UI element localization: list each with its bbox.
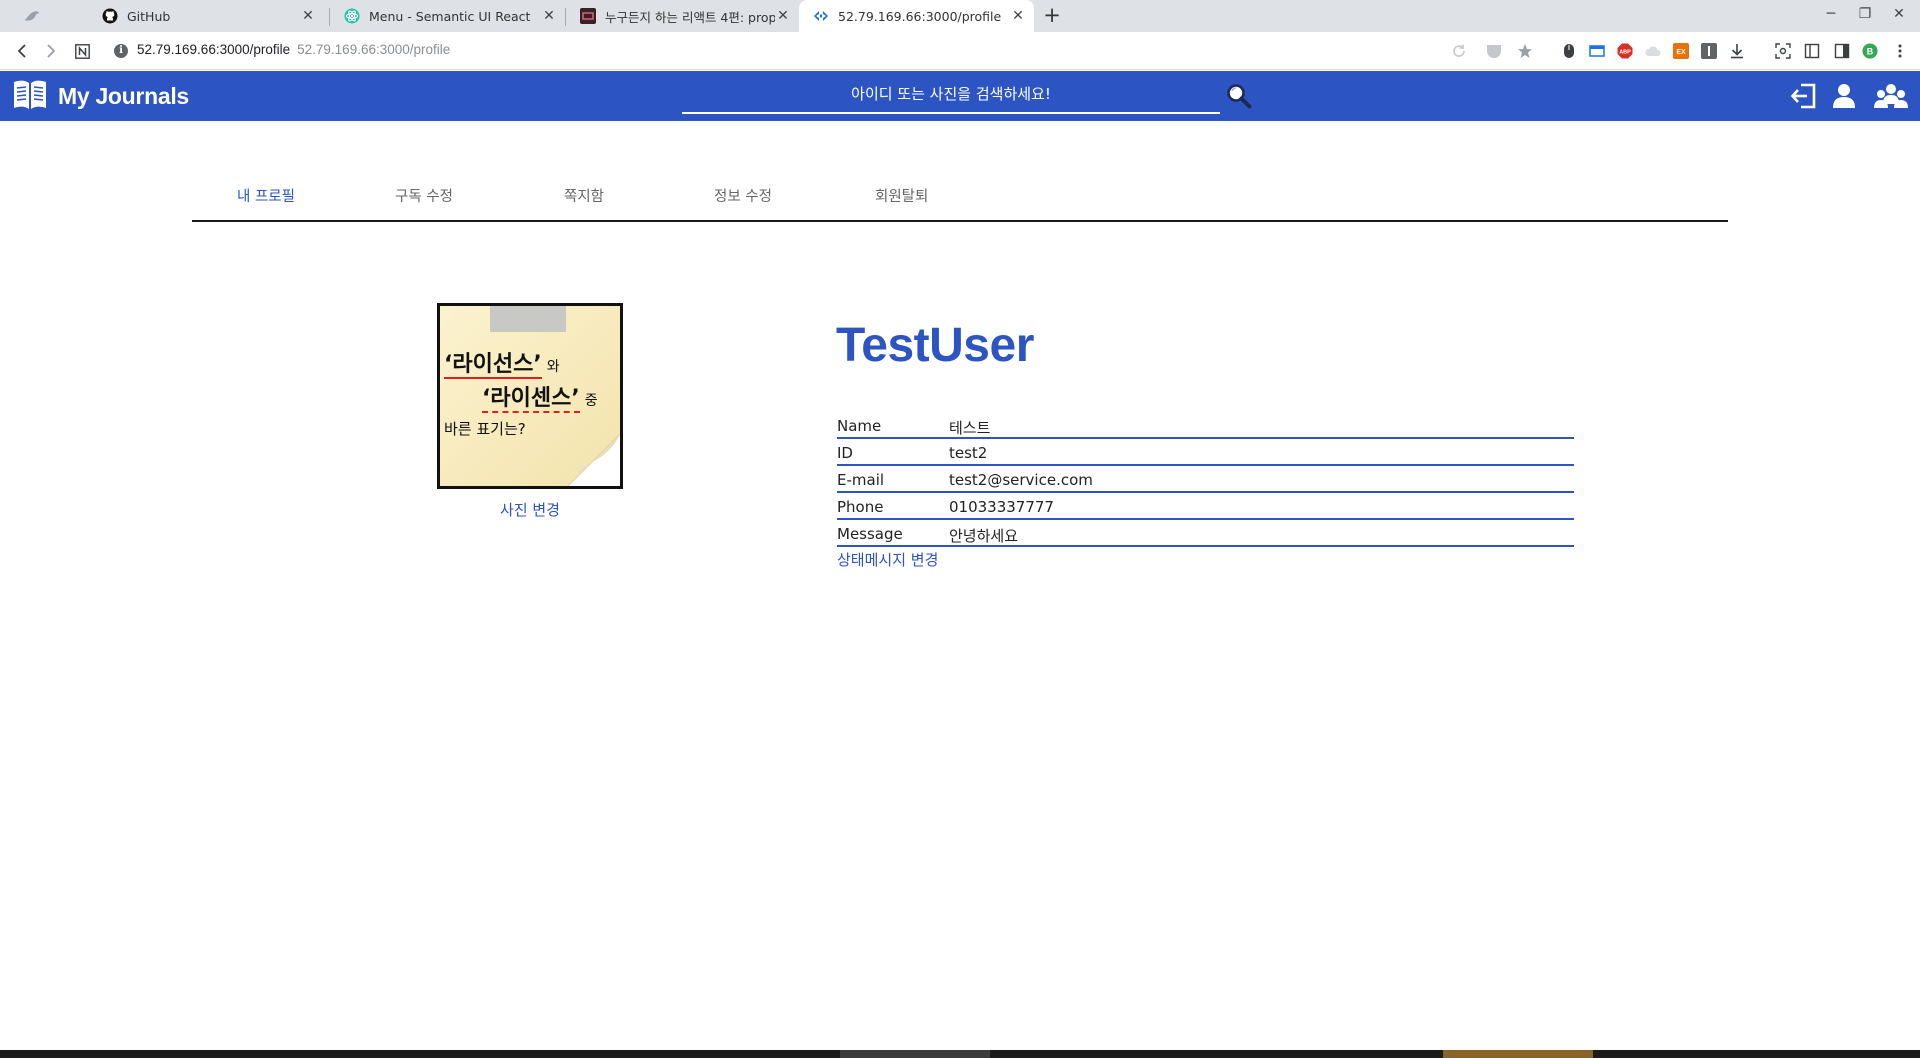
photo-line1-suffix: 와 — [546, 359, 560, 375]
info-row-message: Message 안녕하세요 — [837, 520, 1574, 547]
github-icon — [102, 8, 118, 24]
search-input[interactable] — [682, 77, 1220, 111]
window-close-button[interactable]: ✕ — [1876, 0, 1920, 32]
url-suggestion: 52.79.169.66:3000/profile — [297, 42, 451, 57]
ex-label: EX — [1676, 49, 1686, 56]
profile-b-icon[interactable]: B — [1862, 43, 1878, 59]
profile-tab-menu: 내 프로필 구독 수정 쪽지함 정보 수정 회원탈퇴 — [192, 177, 1728, 222]
profile-info-table: Name 테스트 ID test2 E-mail test2@service.c… — [837, 412, 1574, 547]
info-key: E-mail — [837, 471, 885, 489]
close-icon[interactable]: ✕ — [775, 8, 791, 24]
browser-tabstrip: GitHub ✕ Menu - Semantic UI React ✕ 누구든지… — [0, 0, 1920, 32]
new-tab-button[interactable]: + — [1041, 4, 1063, 28]
tab-messages[interactable]: 쪽지함 — [564, 185, 604, 206]
close-icon[interactable]: ✕ — [300, 8, 316, 24]
notion-icon — [74, 43, 90, 59]
photo-line2-main: ‘라이센스’ — [482, 386, 580, 413]
taskbar-item[interactable] — [1443, 1050, 1593, 1058]
search-bar — [682, 77, 1220, 114]
tab-profile-active[interactable]: 52.79.169.66:3000/profile ✕ — [799, 0, 1034, 32]
app-navbar: My Journals — [0, 71, 1920, 121]
logout-button[interactable] — [1791, 81, 1817, 111]
bookmark-star-icon[interactable] — [1517, 43, 1533, 59]
user-icon — [1833, 84, 1855, 108]
profile-username: TestUser — [836, 319, 1034, 372]
bird-icon — [24, 8, 40, 24]
brand-title: My Journals — [58, 82, 189, 109]
info-key: Name — [837, 417, 882, 435]
brand-home-link[interactable]: My Journals — [12, 77, 189, 115]
react-icon — [344, 8, 360, 24]
url-host: 52.79.169.66:3000/profile — [137, 42, 291, 57]
close-icon[interactable]: ✕ — [541, 8, 557, 24]
tab-velopert[interactable]: 누구든지 하는 리액트 4편: prop ✕ — [566, 0, 799, 32]
tab-edit-info[interactable]: 정보 수정 — [714, 185, 772, 206]
info-value: 테스트 — [949, 419, 991, 437]
velopert-icon — [580, 8, 596, 24]
tab-semantic-ui[interactable]: Menu - Semantic UI React ✕ — [330, 0, 565, 32]
app-icon — [813, 8, 829, 24]
tab-my-profile[interactable]: 내 프로필 — [237, 185, 295, 206]
users-button[interactable] — [1874, 81, 1908, 111]
info-value: test2@service.com — [949, 471, 1093, 489]
forward-arrow-icon — [47, 44, 56, 58]
i-icon[interactable] — [1701, 43, 1717, 59]
book-icon — [12, 77, 48, 115]
logout-icon — [1791, 83, 1816, 109]
photo-line1-main: ‘라이선스’ — [444, 352, 542, 379]
info-value: test2 — [949, 444, 988, 462]
photo-caption: ‘라이선스’ 와 ‘라이센스’ 중 바른 표기는? — [444, 346, 620, 439]
back-button[interactable] — [9, 38, 35, 64]
notion-button[interactable] — [69, 38, 95, 64]
tab-title: Menu - Semantic UI React — [369, 8, 531, 24]
info-value: 안녕하세요 — [949, 527, 1019, 545]
info-row-name: Name 테스트 — [837, 412, 1574, 439]
address-bar[interactable]: 52.79.169.66:3000/profile 52.79.169.66:30… — [137, 42, 450, 57]
tab-title: 52.79.169.66:3000/profile — [838, 8, 1002, 24]
info-row-email: E-mail test2@service.com — [837, 466, 1574, 493]
mouse-icon[interactable] — [1561, 43, 1577, 59]
reader-icon[interactable] — [1804, 43, 1820, 59]
tab-github[interactable]: GitHub ✕ — [88, 0, 324, 32]
cloud-icon[interactable] — [1645, 43, 1661, 59]
search-icon — [1227, 84, 1252, 109]
my-profile-button[interactable] — [1832, 81, 1856, 111]
adblock-label: ABP — [1619, 50, 1631, 56]
change-status-message-link[interactable]: 상태메시지 변경 — [837, 549, 938, 570]
tab-edit-subscriptions[interactable]: 구독 수정 — [395, 185, 453, 206]
tab-title: 누구든지 하는 리액트 4편: prop — [605, 9, 775, 25]
tab-withdraw[interactable]: 회원탈퇴 — [875, 185, 928, 206]
close-icon[interactable]: ✕ — [1010, 8, 1026, 24]
forward-button[interactable] — [38, 38, 64, 64]
window-icon[interactable] — [1589, 43, 1605, 59]
screenshot-icon[interactable] — [1775, 43, 1791, 59]
taskbar-item[interactable] — [840, 1050, 990, 1058]
info-key: Message — [837, 525, 903, 543]
browser-toolbar: i 52.79.169.66:3000/profile 52.79.169.66:… — [0, 32, 1920, 70]
os-taskbar — [0, 1050, 1920, 1058]
info-key: Phone — [837, 498, 884, 516]
tab-title: GitHub — [127, 8, 171, 24]
sidebar-icon[interactable] — [1834, 43, 1850, 59]
back-arrow-icon — [17, 44, 26, 58]
info-row-phone: Phone 01033337777 — [837, 493, 1574, 520]
download-icon[interactable] — [1729, 43, 1745, 59]
adblock-icon[interactable]: ABP — [1617, 43, 1633, 59]
site-info-icon[interactable]: i — [114, 44, 128, 58]
photo-line2-suffix: 중 — [584, 393, 598, 409]
profile-letter: B — [1867, 46, 1873, 56]
reload-icon[interactable] — [1451, 43, 1467, 59]
ex-icon[interactable]: EX — [1673, 43, 1689, 59]
users-icon — [1874, 84, 1908, 108]
info-key: ID — [837, 444, 853, 462]
profile-photo: ‘라이선스’ 와 ‘라이센스’ 중 바른 표기는? — [437, 303, 623, 489]
search-button[interactable] — [1226, 83, 1252, 109]
change-photo-link[interactable]: 사진 변경 — [437, 499, 623, 520]
info-row-id: ID test2 — [837, 439, 1574, 466]
tab-pinned-bird[interactable] — [0, 0, 88, 32]
menu-icon[interactable] — [1892, 43, 1908, 59]
info-value: 01033337777 — [949, 498, 1054, 516]
photo-line3: 바른 표기는? — [444, 420, 526, 438]
pocket-icon[interactable] — [1486, 43, 1502, 59]
